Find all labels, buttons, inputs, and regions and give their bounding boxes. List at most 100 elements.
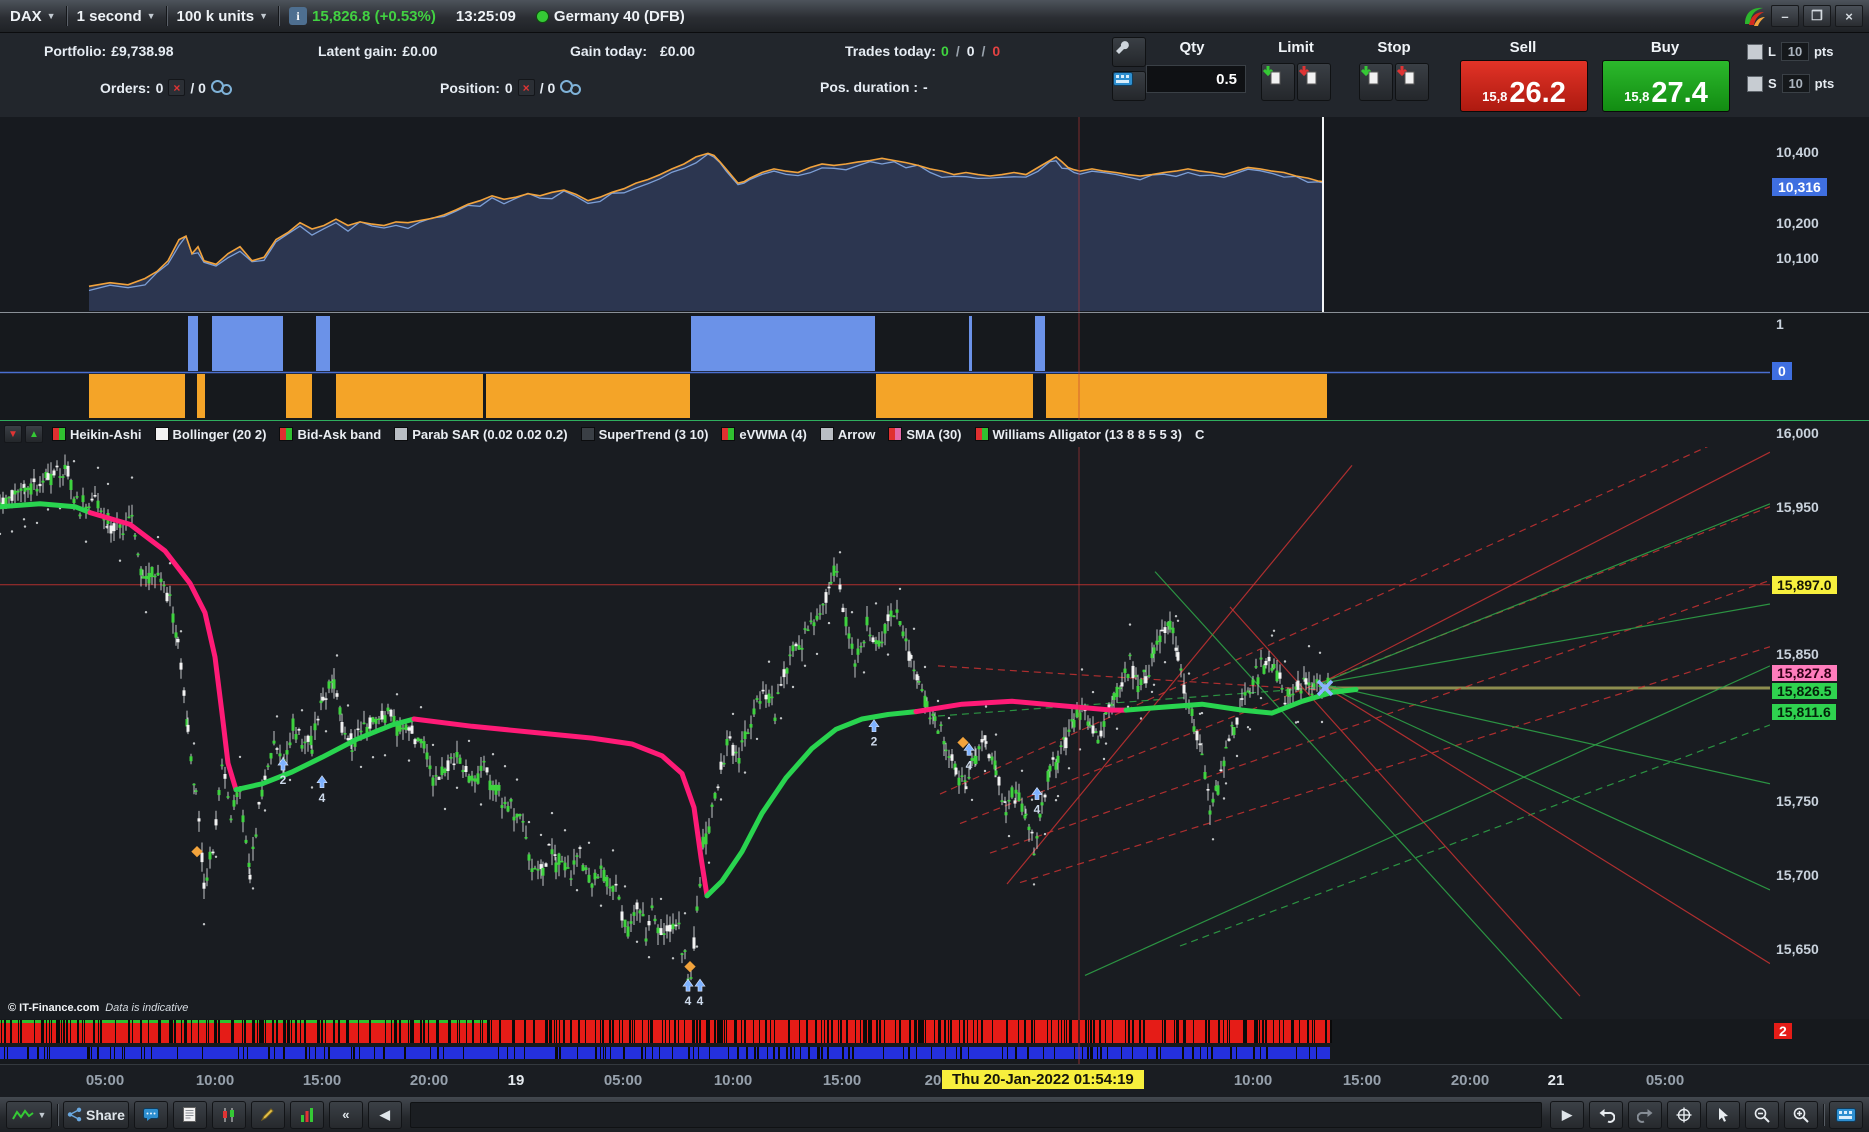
- chart-style-button[interactable]: ▼: [6, 1100, 52, 1129]
- scroll-right-button[interactable]: ▶: [1550, 1100, 1584, 1129]
- overview-axis-label: 10,400: [1776, 144, 1819, 160]
- overview-axis-label: 10,316: [1772, 178, 1827, 196]
- quantity-input[interactable]: [1146, 65, 1246, 93]
- volume-canvas[interactable]: [0, 1019, 1770, 1064]
- zoom-out-button[interactable]: [1745, 1100, 1779, 1129]
- legend-item[interactable]: SuperTrend (3 10): [580, 427, 708, 442]
- legend-item[interactable]: SMA (30): [888, 426, 962, 442]
- main-chart-canvas[interactable]: 242444 4: [0, 447, 1770, 1020]
- svg-text:4: 4: [319, 791, 326, 805]
- time-axis-label: 10:00: [195, 1072, 235, 1089]
- stop-checkbox[interactable]: [1747, 75, 1763, 92]
- redo-button[interactable]: [1628, 1100, 1662, 1129]
- units-dropdown[interactable]: 100 k units ▼: [167, 0, 278, 32]
- limit-distance-row: L 10 pts: [1747, 42, 1833, 61]
- close-button[interactable]: ×: [1835, 5, 1863, 27]
- buy-header: Buy: [1650, 39, 1680, 56]
- legend-item-label: Williams Alligator (13 8 8 5 5 3): [992, 426, 1182, 442]
- clock-time: 13:25:09: [455, 7, 516, 25]
- comments-button[interactable]: [133, 1100, 168, 1129]
- draw-tools-button[interactable]: [250, 1100, 285, 1129]
- legend-item-label: eVWMA (4): [739, 426, 807, 442]
- close-position-icon[interactable]: ×: [517, 79, 535, 96]
- limit-pts-value[interactable]: 10: [1780, 42, 1809, 61]
- gear-icon[interactable]: [560, 80, 582, 95]
- legend-item-label: Heikin-Ashi: [70, 426, 142, 442]
- legend-item-label: SMA (30): [906, 426, 962, 442]
- undo-button[interactable]: [1589, 1100, 1623, 1129]
- candlestick-view-button[interactable]: [211, 1100, 246, 1129]
- long-label: L: [1768, 44, 1776, 59]
- overview-chart-panel: 10,400 10,316 10,200 10,100: [0, 117, 1869, 312]
- share-button[interactable]: Share: [63, 1100, 129, 1129]
- legend-item-label: Bid-Ask band: [297, 426, 382, 442]
- main-chart-panel: ▼ ▲ Heikin-Ashi Bollinger (20 2) Bid-Ask b…: [0, 420, 1869, 1020]
- trades-flat: 0: [966, 43, 975, 59]
- buy-button[interactable]: 15,8 27.4: [1602, 60, 1730, 112]
- cancel-orders-icon[interactable]: ×: [168, 79, 186, 96]
- legend-item[interactable]: Parab SAR (0.02 0.02 0.2): [394, 427, 568, 442]
- zoom-in-icon: [1793, 1107, 1809, 1123]
- zoom-in-button[interactable]: [1784, 1100, 1818, 1129]
- orders-count-2: / 0: [190, 79, 206, 96]
- svg-text:4: 4: [685, 994, 692, 1008]
- limit-pts-unit: pts: [1813, 44, 1834, 59]
- crosshair-tool-button[interactable]: [1667, 1100, 1701, 1129]
- keypad-button[interactable]: [1112, 71, 1146, 101]
- signal-bands-canvas[interactable]: [0, 313, 1770, 421]
- price-axis-label: 15,827.8: [1772, 665, 1837, 681]
- trades-today-label: Trades today:: [845, 43, 937, 59]
- divider: [57, 1103, 58, 1126]
- price-axis-label: 15,850: [1776, 646, 1819, 662]
- timeframe-dropdown[interactable]: 1 second ▼: [67, 0, 166, 32]
- sell-button[interactable]: 15,8 26.2: [1460, 60, 1588, 112]
- price-axis-label: 15,650: [1776, 941, 1819, 957]
- legend-item[interactable]: C: [1195, 427, 1204, 442]
- latent-gain-value: £0.00: [402, 43, 438, 59]
- buy-limit-button[interactable]: [1261, 63, 1295, 101]
- legend-item[interactable]: Heikin-Ashi: [52, 427, 142, 442]
- legend-item[interactable]: Williams Alligator (13 8 8 5 5 3): [974, 426, 1182, 442]
- overview-chart-canvas[interactable]: [0, 117, 1770, 312]
- time-axis-label: 20:00: [1450, 1072, 1490, 1089]
- pointer-tool-button[interactable]: [1706, 1100, 1740, 1129]
- keyboard-shortcuts-button[interactable]: [1829, 1100, 1863, 1129]
- time-axis-label: 05:00: [85, 1072, 125, 1089]
- time-axis-label: 10:00: [1233, 1072, 1273, 1089]
- sell-limit-button[interactable]: [1297, 63, 1331, 101]
- instrument-dropdown[interactable]: DAX ▼: [0, 0, 66, 32]
- legend-item[interactable]: Bollinger (20 2): [154, 426, 267, 442]
- stop-distance-row: S 10 pts: [1747, 74, 1834, 93]
- indicator-chart-button[interactable]: [289, 1100, 324, 1129]
- order-settings-button[interactable]: [1112, 37, 1146, 67]
- restore-button[interactable]: ❒: [1803, 5, 1831, 27]
- legend-item-label: Bollinger (20 2): [172, 426, 267, 442]
- position-count: 0: [504, 79, 513, 96]
- limit-checkbox[interactable]: [1747, 43, 1763, 60]
- news-button[interactable]: [172, 1100, 207, 1129]
- orders-count: 0: [155, 79, 164, 96]
- collapse-up-icon[interactable]: ▲: [25, 425, 43, 443]
- collapse-down-icon[interactable]: ▼: [4, 425, 22, 443]
- chart-scrollbar[interactable]: [409, 1101, 1542, 1128]
- gear-icon[interactable]: [210, 80, 232, 95]
- collapse-toolbar-button[interactable]: «: [328, 1100, 363, 1129]
- svg-text:4: 4: [1034, 803, 1041, 817]
- stop-header: Stop: [1377, 39, 1411, 56]
- scroll-left-button[interactable]: ◀: [367, 1100, 402, 1129]
- legend-item[interactable]: eVWMA (4): [721, 426, 807, 442]
- sell-stop-button[interactable]: [1395, 63, 1429, 101]
- buy-stop-button[interactable]: [1359, 63, 1393, 101]
- minimize-button[interactable]: –: [1771, 5, 1799, 27]
- last-price: 15,826.8 (+0.53%): [312, 7, 436, 25]
- stop-pts-value[interactable]: 10: [1781, 74, 1810, 93]
- legend-item[interactable]: Arrow: [819, 427, 875, 442]
- sell-price-prefix: 15,8: [1482, 89, 1508, 104]
- stop-pts-unit: pts: [1814, 76, 1835, 91]
- document-icon: [183, 1107, 197, 1122]
- info-icon[interactable]: i: [289, 7, 308, 25]
- limit-header: Limit: [1278, 39, 1314, 56]
- speech-bubble-icon: [142, 1107, 159, 1121]
- position-label: Position:: [440, 79, 500, 96]
- legend-item[interactable]: Bid-Ask band: [279, 427, 381, 442]
